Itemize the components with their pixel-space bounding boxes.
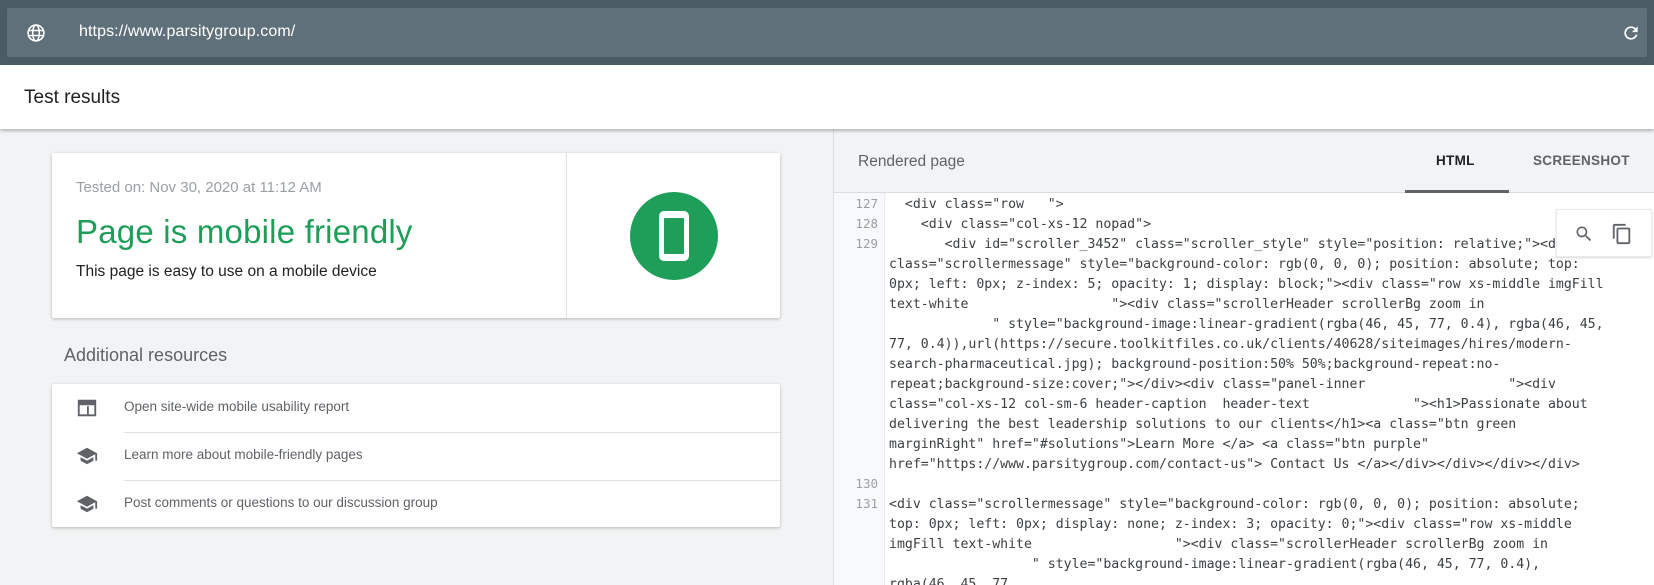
line-number: 127 [855, 196, 878, 211]
additional-resources-title: Additional resources [64, 345, 228, 365]
line-number: 129 [855, 236, 878, 251]
school-icon [76, 447, 98, 465]
code-line: <div class="scrollermessage" style="back… [889, 497, 1580, 512]
code-line: " style="background-image:linear-gradien… [889, 317, 1604, 332]
rendered-page-panel: Rendered page HTML SCREENSHOT 127 128 12… [833, 129, 1654, 585]
code-line: text-white "><div class="scrollerHeader … [889, 297, 1485, 312]
code-line: imgFill text-white "><div class="scrolle… [889, 537, 1548, 552]
line-number-gutter: 127 128 129 130 131 [834, 193, 885, 585]
school-icon [76, 495, 98, 513]
code-line: 77, 0.4)),url(https://secure.toolkitfile… [889, 337, 1572, 352]
code-line: marginRight" href="#solutions">Learn Mor… [889, 437, 1429, 452]
resource-item-label[interactable]: Post comments or questions to our discus… [124, 495, 438, 510]
search-icon[interactable] [1574, 224, 1594, 244]
code-line: class="col-xs-12 col-sm-6 header-caption… [889, 397, 1588, 412]
line-number: 128 [855, 216, 878, 231]
line-number: 130 [855, 476, 878, 491]
globe-icon [27, 24, 45, 42]
web-page-icon [77, 399, 97, 417]
result-card: Tested on: Nov 30, 2020 at 11:12 AM Page… [52, 153, 780, 318]
smartphone-icon [659, 211, 689, 261]
resource-item-learn-more[interactable]: Learn more about mobile-friendly pages [52, 432, 780, 480]
verdict-title: Page is mobile friendly [76, 213, 413, 250]
copy-icon[interactable] [1611, 223, 1633, 245]
reload-icon[interactable] [1621, 23, 1641, 43]
code-line: <div class="col-xs-12 nopad"> [889, 217, 1152, 232]
rendered-page-label: Rendered page [858, 153, 965, 170]
rendered-page-header: Rendered page HTML SCREENSHOT [834, 129, 1654, 193]
tab-screenshot[interactable]: SCREENSHOT [1533, 153, 1630, 168]
code-line: delivering the best leadership solutions… [889, 417, 1517, 432]
code-line: href="https://www.parsitygroup.com/conta… [889, 457, 1580, 472]
code-line: repeat;background-size:cover;"></div><di… [889, 377, 1556, 392]
resource-item-discussion-group[interactable]: Post comments or questions to our discus… [52, 480, 780, 528]
code-toolbar [1556, 209, 1652, 257]
resources-list: Open site-wide mobile usability report L… [52, 384, 780, 527]
page-header: Test results [0, 65, 1654, 129]
line-number: 131 [855, 496, 878, 511]
html-code-viewer[interactable]: 127 128 129 130 131 <div class="row "> <… [834, 193, 1654, 585]
results-panel: Tested on: Nov 30, 2020 at 11:12 AM Page… [0, 129, 833, 585]
verdict-subtitle: This page is easy to use on a mobile dev… [76, 263, 377, 280]
url-text[interactable]: https://www.parsitygroup.com/ [79, 23, 295, 41]
resource-item-usability-report[interactable]: Open site-wide mobile usability report [52, 384, 780, 432]
code-line: " style="background-image:linear-gradien… [889, 557, 1541, 572]
card-divider [566, 153, 567, 318]
code-line: 0px; left: 0px; z-index: 5; opacity: 1; … [889, 277, 1604, 292]
resource-item-label[interactable]: Open site-wide mobile usability report [124, 399, 349, 414]
browser-toolbar: https://www.parsitygroup.com/ [0, 0, 1654, 65]
code-line: <div class="row "> [889, 197, 1064, 212]
code-line: class="scrollermessage" style="backgroun… [889, 257, 1580, 272]
tab-html[interactable]: HTML [1436, 153, 1475, 168]
code-line: rgba(46, 45, 77, [889, 577, 1017, 585]
code-line: search-pharmaceutical.jpg); background-p… [889, 357, 1501, 372]
mobile-friendly-badge [630, 192, 718, 280]
resource-item-label[interactable]: Learn more about mobile-friendly pages [124, 447, 363, 462]
page-title: Test results [24, 87, 121, 108]
code-line: top: 0px; left: 0px; display: none; z-in… [889, 517, 1572, 532]
tested-on-date: Tested on: Nov 30, 2020 at 11:12 AM [76, 179, 322, 196]
code-line: <div id="scroller_3452" class="scroller_… [889, 237, 1572, 252]
